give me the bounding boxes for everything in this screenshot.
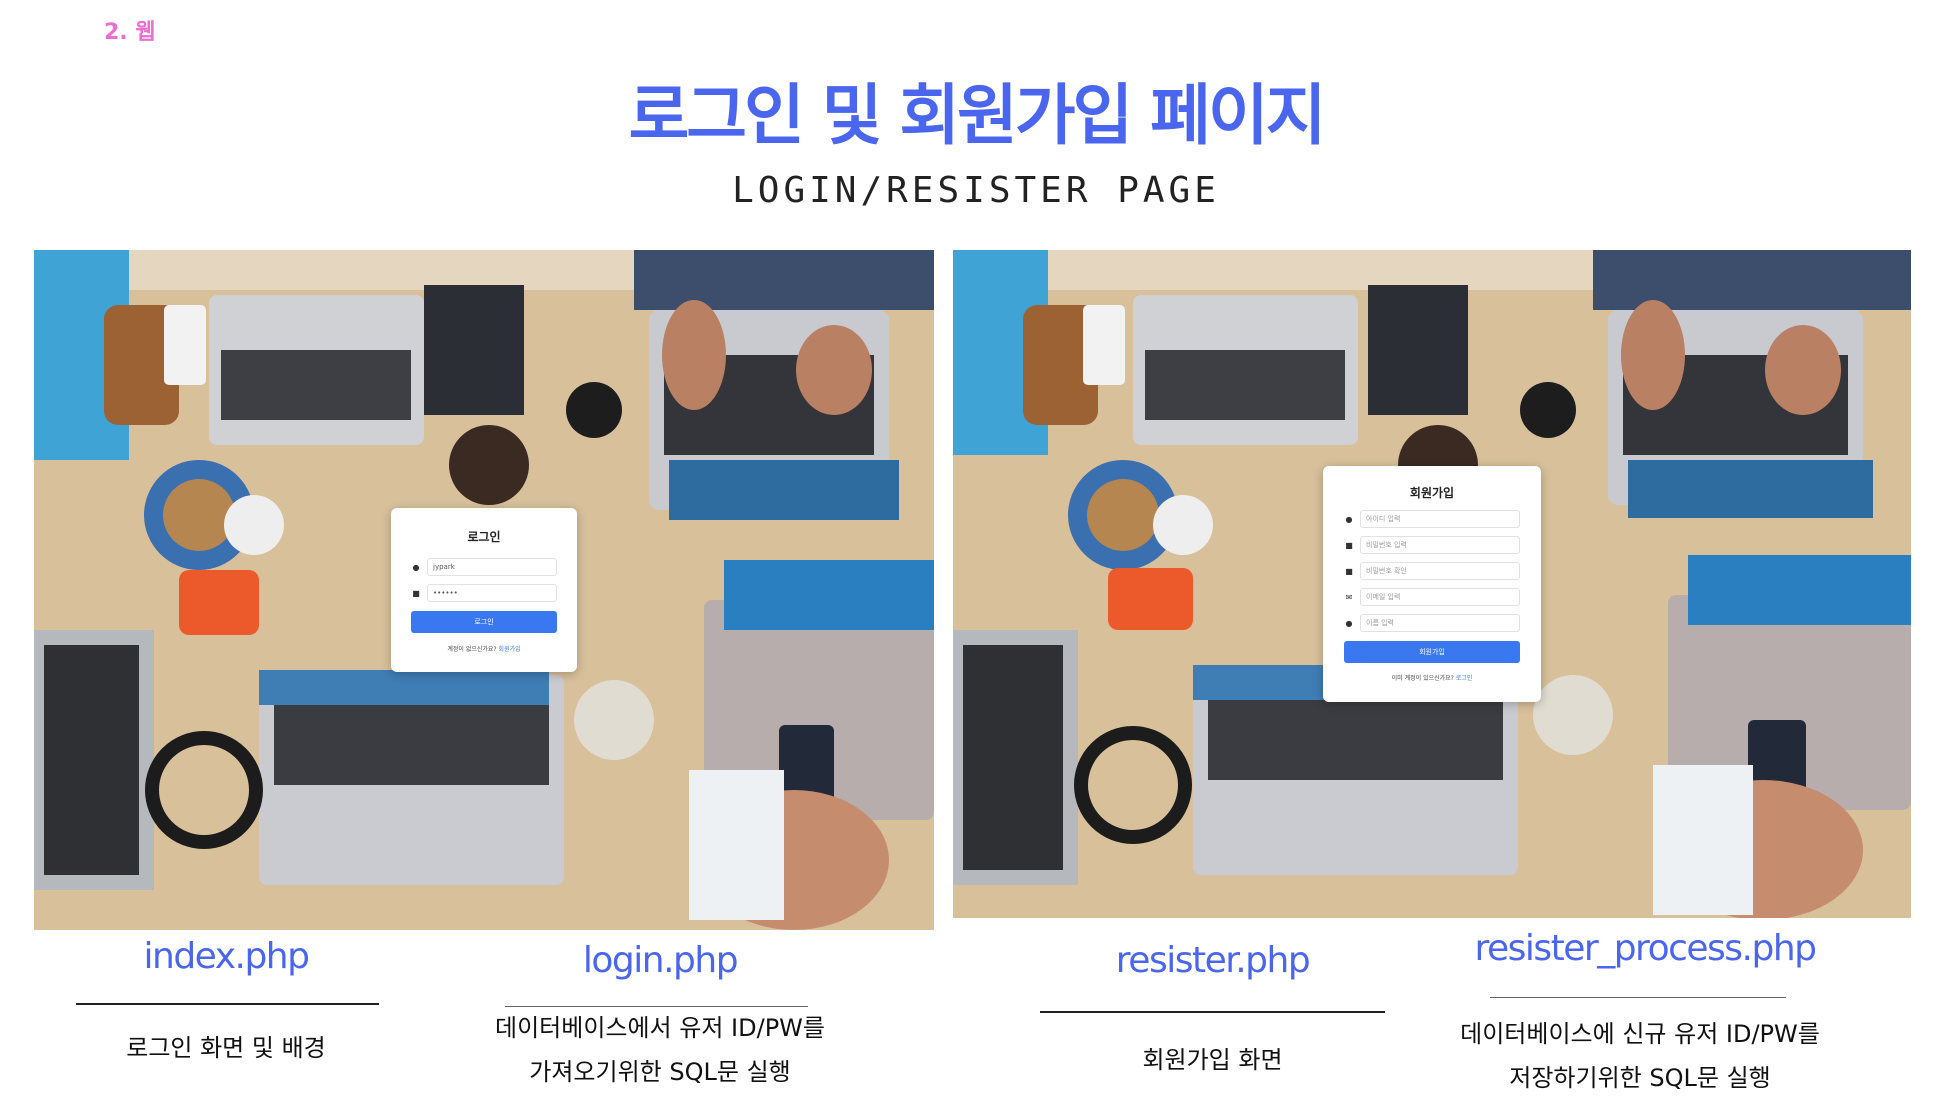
lock-icon: ■	[1345, 566, 1353, 576]
mail-icon: ✉	[1345, 592, 1353, 602]
register-field-row: ■ 비밀번호 확인	[1344, 562, 1520, 580]
name-input[interactable]: 이름 입력	[1360, 614, 1520, 632]
resister-php-desc: 회원가입 화면	[1040, 1038, 1385, 1082]
desc-line: 로그인 화면 및 배경	[126, 1034, 326, 1062]
login-prompt: 이미 계정이 있으신가요? 로그인	[1323, 673, 1541, 682]
desc-line: 데이터베이스에 신규 유저 ID/PW를	[1460, 1020, 1820, 1048]
desc-line: 회원가입 화면	[1142, 1046, 1283, 1074]
register-field-row: ● 이름 입력	[1344, 614, 1520, 632]
login-button[interactable]: 로그인	[411, 611, 557, 633]
username-input[interactable]: jypark	[427, 558, 557, 576]
index-php-desc: 로그인 화면 및 배경	[76, 1026, 376, 1070]
page-subtitle: LOGIN/RESISTER PAGE	[732, 170, 1220, 211]
lock-icon: ■	[1345, 540, 1353, 550]
login-prompt-text: 이미 계정이 있으신가요?	[1391, 675, 1454, 682]
signup-prompt-text: 계정이 없으신가요?	[447, 646, 497, 653]
user-icon: ●	[1345, 514, 1353, 524]
desc-line: 가져오기위한 SQL문 실행	[529, 1058, 791, 1086]
register-button[interactable]: 회원가입	[1344, 641, 1520, 663]
login-link[interactable]: 로그인	[1456, 675, 1473, 682]
password-confirm-input[interactable]: 비밀번호 확인	[1360, 562, 1520, 580]
section-tag: 2. 웹	[104, 20, 156, 45]
resister-php-label: resister.php	[1115, 940, 1311, 981]
login-php-desc: 데이터베이스에서 유저 ID/PW를 가져오기위한 SQL문 실행	[465, 1006, 855, 1094]
desc-line: 저장하기위한 SQL문 실행	[1509, 1064, 1771, 1092]
desc-line: 데이터베이스에서 유저 ID/PW를	[495, 1014, 825, 1042]
register-field-row: ■ 비밀번호 입력	[1344, 536, 1520, 554]
username-input[interactable]: 아이디 입력	[1360, 510, 1520, 528]
user-icon: ●	[412, 562, 420, 572]
user-icon: ●	[1345, 618, 1353, 628]
password-row: ■ ••••••	[411, 584, 557, 602]
username-row: ● jypark	[411, 558, 557, 576]
register-field-row: ● 아이디 입력	[1344, 510, 1520, 528]
password-input[interactable]: 비밀번호 입력	[1360, 536, 1520, 554]
divider	[1040, 1011, 1385, 1013]
signup-link[interactable]: 회원가입	[499, 646, 521, 653]
divider	[76, 1003, 379, 1005]
register-screenshot: 회원가입 ● 아이디 입력 ■ 비밀번호 입력 ■ 비밀번호 확인 ✉ 이메일 …	[953, 250, 1911, 918]
login-screenshot: 로그인 ● jypark ■ •••••• 로그인 계정이 없으신가요? 회원가…	[34, 250, 934, 930]
divider	[1490, 997, 1786, 998]
email-input[interactable]: 이메일 입력	[1360, 588, 1520, 606]
password-input[interactable]: ••••••	[427, 584, 557, 602]
signup-prompt: 계정이 없으신가요? 회원가입	[391, 644, 577, 653]
resister-process-php-label: resister_process.php	[1474, 928, 1817, 969]
register-field-row: ✉ 이메일 입력	[1344, 588, 1520, 606]
login-php-label: login.php	[582, 940, 739, 981]
register-card: 회원가입 ● 아이디 입력 ■ 비밀번호 입력 ■ 비밀번호 확인 ✉ 이메일 …	[1323, 466, 1541, 702]
lock-icon: ■	[412, 588, 420, 598]
register-card-title: 회원가입	[1409, 486, 1455, 500]
login-card: 로그인 ● jypark ■ •••••• 로그인 계정이 없으신가요? 회원가…	[391, 508, 577, 672]
resister-process-php-desc: 데이터베이스에 신규 유저 ID/PW를 저장하기위한 SQL문 실행	[1420, 1012, 1860, 1100]
login-card-title: 로그인	[467, 530, 501, 544]
page-title: 로그인 및 회원가입 페이지	[628, 77, 1327, 154]
index-php-label: index.php	[143, 936, 310, 977]
